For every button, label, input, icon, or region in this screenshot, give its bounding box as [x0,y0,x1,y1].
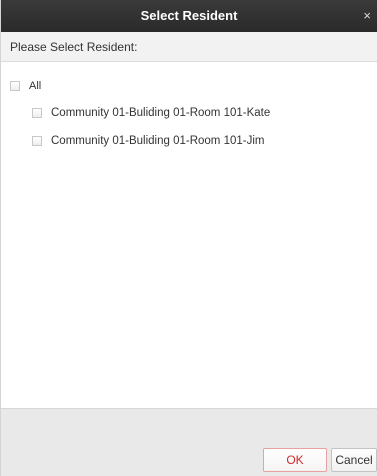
resident-label: Community 01-Buliding 01-Room 101-Kate [51,107,271,119]
select-all-label: All [29,80,42,92]
select-resident-dialog: Select Resident × Please Select Resident… [0,0,378,476]
resident-checkbox[interactable] [32,136,42,146]
list-item[interactable]: Community 01-Buliding 01-Room 101-Jim [32,131,264,151]
dialog-title: Select Resident [140,8,238,23]
close-icon[interactable]: × [363,0,371,32]
resident-list: All Community 01-Buliding 01-Room 101-Ka… [1,62,377,408]
select-all-checkbox[interactable] [10,81,20,91]
list-item[interactable]: Community 01-Buliding 01-Room 101-Kate [32,103,270,123]
dialog-footer: OK Cancel [1,408,377,476]
select-all-row[interactable]: All [10,76,41,96]
prompt-bar: Please Select Resident: [1,32,377,62]
resident-checkbox[interactable] [32,108,42,118]
resident-label: Community 01-Buliding 01-Room 101-Jim [51,135,265,147]
ok-button[interactable]: OK [263,448,327,472]
title-bar: Select Resident × [1,0,377,32]
prompt-label: Please Select Resident: [10,40,138,54]
cancel-button[interactable]: Cancel [331,448,377,472]
